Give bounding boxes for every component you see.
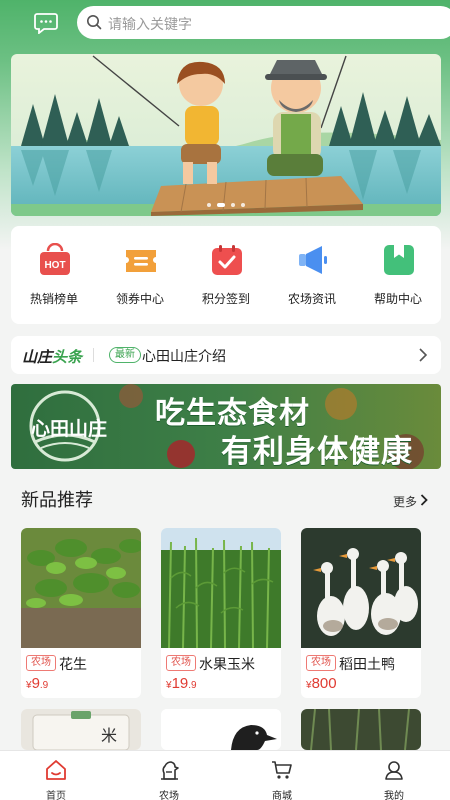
price-integer: 19 [171,675,189,692]
quick-item-label: 领券中心 [115,292,164,306]
tab-label: 商城 [272,791,292,800]
chevron-right-icon[interactable] [418,348,428,362]
search-icon [87,15,102,30]
product-name: 稻田土鸭 [339,656,395,672]
quick-item-label: 积分签到 [201,292,250,306]
carousel-dot-active[interactable] [217,203,225,207]
tab-mine[interactable]: 我的 [338,751,450,800]
message-icon[interactable] [34,12,58,34]
top-header: 请输入关键字 [0,0,450,46]
price-decimal: .9 [188,680,197,691]
hot-badge-text: HOT [44,260,65,271]
product-image [21,528,141,648]
tab-label: 首页 [46,791,66,800]
megaphone-icon [299,246,327,274]
product-tag: 农场 [306,655,336,671]
news-logo: 山庄头条 [22,346,82,367]
product-name: 水果玉米 [199,656,255,672]
news-tag: 最新 [109,347,141,363]
product-card[interactable]: 农场 稻田土鸭 ¥800 [301,528,421,698]
more-link[interactable]: 更多 [393,493,417,510]
news-headline[interactable]: 心田山庄介绍 [142,346,226,366]
coupon-icon [126,250,156,272]
product-card[interactable]: 农场 水果玉米 ¥19.9 [161,528,281,698]
product-card[interactable] [161,709,281,750]
news-logo-part2: 头条 [52,349,83,366]
calendar-check-icon [212,245,242,275]
price-integer: 9 [31,675,40,692]
product-name: 花生 [59,656,87,672]
tab-home[interactable]: 首页 [0,751,112,800]
quick-item-coupon[interactable]: 领券中心 [97,226,183,324]
product-price: ¥9.9 [26,675,48,693]
home-icon [46,760,66,780]
user-icon [385,761,403,780]
quick-item-news[interactable]: 农场资讯 [269,226,355,324]
cart-icon [272,761,292,779]
carousel-dot[interactable] [231,203,235,207]
promo-headline-2: 有利身体健康 [221,434,413,469]
news-logo-part1: 山庄 [22,349,53,366]
hot-icon: HOT [40,243,70,275]
carousel-indicator[interactable] [11,203,441,207]
bottom-tab-bar: 首页 农场 商城 我的 [0,750,450,800]
price-decimal: .9 [39,680,49,691]
product-price: ¥800 [306,675,337,693]
promo-banner[interactable]: 心田山庄 吃生态食材 有利身体健康 [11,384,441,469]
quick-item-label: 热销榜单 [29,292,78,306]
carousel-dot[interactable] [207,203,211,207]
quick-item-checkin[interactable]: 积分签到 [183,226,269,324]
tab-label: 农场 [159,791,179,800]
quick-item-hot[interactable]: HOT 热销榜单 [11,226,97,324]
product-card[interactable]: 米 [21,709,141,750]
quick-item-help[interactable]: 帮助中心 [355,226,441,324]
promo-logo-text: 心田山庄 [31,419,108,440]
carousel-dot[interactable] [241,203,245,207]
product-image [301,709,421,750]
tab-mall[interactable]: 商城 [226,751,338,800]
product-image [301,528,421,648]
product-card[interactable]: 农场 花生 ¥9.9 [21,528,141,698]
tab-label: 我的 [384,791,404,800]
product-image: 米 [21,709,141,750]
tab-farm[interactable]: 农场 [113,751,225,800]
product-image [161,528,281,648]
news-ticker[interactable]: 山庄头条 最新 心田山庄介绍 [11,336,441,374]
banner-image [11,54,441,216]
price-integer: 800 [311,675,337,692]
product-card[interactable] [301,709,421,750]
divider [93,348,94,362]
product-tag: 农场 [166,655,196,671]
product-image [161,709,281,750]
banner-carousel[interactable] [11,54,441,216]
quick-item-label: 农场资讯 [287,292,336,306]
quick-item-label: 帮助中心 [373,292,422,306]
product-price: ¥19.9 [166,675,197,693]
section-title: 新品推荐 [21,490,93,510]
search-bar[interactable]: 请输入关键字 [77,6,450,39]
product-tag: 农场 [26,655,56,671]
bookmark-icon [384,245,414,275]
farm-icon [161,761,179,780]
svg-text:米: 米 [101,726,117,745]
search-input[interactable]: 请输入关键字 [108,14,192,34]
chevron-right-icon[interactable] [420,494,428,506]
quick-menu: HOT 热销榜单 领券中心 积分签到 农场资讯 帮助中心 [11,226,441,324]
